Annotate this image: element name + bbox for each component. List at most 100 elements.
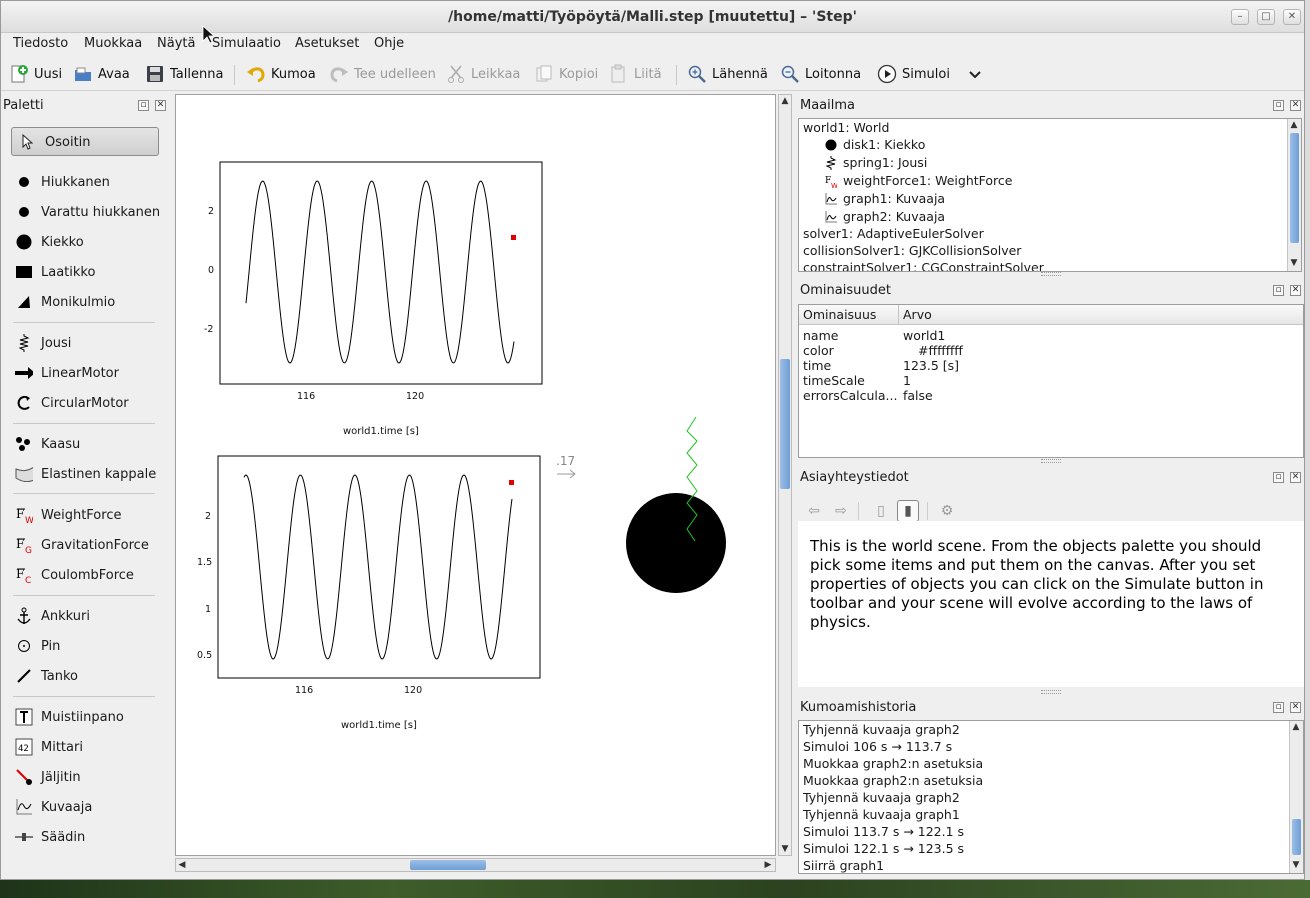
scroll-up-arrow-icon[interactable]: ▲ — [1288, 119, 1300, 131]
new-button[interactable]: Uusi — [9, 62, 62, 86]
vertical-scroll-thumb[interactable] — [780, 359, 790, 489]
cut-button[interactable]: Leikkaa — [446, 62, 520, 86]
meter-value[interactable]: .17 — [556, 454, 575, 468]
close-dock-button[interactable]: ✕ — [1290, 100, 1301, 111]
paste-button[interactable]: Liitä — [609, 62, 662, 86]
palette-item-soft-body[interactable]: Elastinen kappale — [15, 461, 165, 487]
palette-item-particle[interactable]: Hiukkanen — [15, 169, 165, 195]
float-dock-button[interactable]: ▫ — [1273, 472, 1284, 483]
column-header-property[interactable]: Ominaisuus — [799, 305, 899, 325]
scroll-right-arrow-icon[interactable]: ▶ — [762, 859, 774, 871]
float-dock-button[interactable]: ▫ — [138, 100, 149, 111]
properties-table[interactable]: Ominaisuus Arvo name world1 color #fffff… — [798, 304, 1304, 458]
dock-resize-grip[interactable] — [1041, 272, 1061, 276]
close-dock-button[interactable]: ✕ — [1290, 472, 1301, 483]
tree-item-weightforce1[interactable]: FW weightForce1: WeightForce — [825, 173, 1012, 188]
page-icon[interactable]: ▯ — [870, 500, 892, 522]
menu-simulation[interactable]: Simulaatio — [212, 36, 281, 51]
tree-item-collisionsolver1[interactable]: collisionSolver1: GJKCollisionSolver — [803, 243, 1021, 258]
palette-item-coulomb-force[interactable]: FC CoulombForce — [15, 562, 165, 588]
undo-history-item[interactable]: Tyhjennä kuvaaja graph2 — [803, 790, 960, 805]
palette-item-linear-motor[interactable]: LinearMotor — [15, 360, 165, 386]
palette-item-gas[interactable]: Kaasu — [15, 431, 165, 457]
close-dock-button[interactable]: ✕ — [1290, 285, 1301, 296]
redo-button[interactable]: Tee udelleen — [329, 62, 436, 86]
scroll-up-arrow-icon[interactable]: ▲ — [1290, 721, 1302, 733]
menu-edit[interactable]: Muokkaa — [84, 36, 142, 51]
undo-history-item[interactable]: Tyhjennä kuvaaja graph2 — [803, 722, 960, 737]
palette-item-note[interactable]: Muistiinpano — [15, 704, 165, 730]
scroll-down-arrow-icon[interactable]: ▼ — [1288, 257, 1300, 269]
disk1-body[interactable] — [626, 493, 726, 593]
zoom-in-button[interactable]: Lähennä — [687, 62, 768, 86]
palette-item-controller[interactable]: Säädin — [15, 824, 165, 850]
undo-history-item[interactable]: Simuloi 113.7 s → 122.1 s — [803, 824, 964, 839]
undo-history-item[interactable]: Muokkaa graph2:n asetuksia — [803, 773, 983, 788]
menu-settings[interactable]: Asetukset — [295, 36, 359, 51]
canvas-vertical-scrollbar[interactable]: ▲ ▼ — [778, 94, 792, 856]
close-window-button[interactable]: ✕ — [1283, 9, 1301, 25]
forward-arrow-icon[interactable]: ⇨ — [830, 500, 852, 522]
open-button[interactable]: Avaa — [73, 62, 130, 86]
maximize-button[interactable]: □ — [1257, 9, 1275, 25]
world-tree[interactable]: world1: World disk1: Kiekko spring1: Jou… — [798, 118, 1302, 272]
undo-history-item[interactable]: Simuloi 106 s → 113.7 s — [803, 739, 952, 754]
scroll-left-arrow-icon[interactable]: ◀ — [176, 859, 188, 871]
world-tree-scroll-thumb[interactable] — [1290, 133, 1299, 243]
property-value[interactable]: 123.5 [s] — [903, 358, 959, 373]
menu-view[interactable]: Näytä — [157, 36, 195, 51]
tree-item-graph1[interactable]: graph1: Kuvaaja — [825, 191, 945, 206]
palette-item-spring[interactable]: Jousi — [15, 330, 165, 356]
palette-item-stick[interactable]: Tanko — [15, 663, 165, 689]
dock-resize-grip[interactable] — [1041, 690, 1061, 694]
property-value[interactable]: false — [903, 388, 933, 403]
simulate-button[interactable]: Simuloi — [877, 62, 950, 86]
menu-file[interactable]: Tiedosto — [13, 36, 68, 51]
zoom-out-button[interactable]: Loitonna — [780, 62, 861, 86]
column-header-value[interactable]: Arvo — [899, 305, 1303, 325]
undo-history-list[interactable]: Tyhjennä kuvaaja graph2 Simuloi 106 s → … — [798, 720, 1304, 874]
canvas-horizontal-scrollbar[interactable]: ◀ ▶ — [175, 858, 776, 872]
undo-button[interactable]: Kumoa — [246, 62, 316, 86]
palette-item-tracer[interactable]: Jäljitin — [15, 764, 165, 790]
back-arrow-icon[interactable]: ⇦ — [803, 500, 825, 522]
palette-item-anchor[interactable]: Ankkuri — [15, 603, 165, 629]
minimize-button[interactable]: – — [1231, 9, 1249, 25]
palette-item-pointer[interactable]: Osoitin — [19, 129, 169, 155]
scroll-down-arrow-icon[interactable]: ▼ — [1290, 859, 1302, 871]
scroll-up-arrow-icon[interactable]: ▲ — [779, 95, 791, 107]
toolbar-overflow-button[interactable] — [965, 62, 985, 86]
property-value[interactable]: world1 — [903, 328, 945, 343]
scene-canvas[interactable]: 2 0 -2 116 120 world1.time [s] 2 1.5 1 0… — [175, 94, 776, 856]
palette-item-polygon[interactable]: Monikulmio — [15, 289, 165, 315]
graph2-frame[interactable] — [217, 455, 541, 679]
title-bar[interactable]: /home/matti/Työpöytä/Malli.step [muutett… — [1, 1, 1304, 33]
undo-history-item[interactable]: Tyhjennä kuvaaja graph1 — [803, 807, 960, 822]
palette-item-box[interactable]: Laatikko — [15, 259, 165, 285]
scroll-down-arrow-icon[interactable]: ▼ — [779, 843, 791, 855]
context-info-view[interactable]: This is the world scene. From the object… — [798, 521, 1304, 687]
palette-item-gravitation-force[interactable]: FG GravitationForce — [15, 532, 165, 558]
palette-item-charged-particle[interactable]: Varattu hiukkanen — [15, 199, 165, 225]
property-value[interactable]: 1 — [903, 373, 911, 388]
tree-item-solver1[interactable]: solver1: AdaptiveEulerSolver — [803, 226, 984, 241]
palette-item-weight-force[interactable]: FW WeightForce — [15, 502, 165, 528]
undo-list-scrollbar[interactable]: ▲ ▼ — [1289, 721, 1303, 873]
float-dock-button[interactable]: ▫ — [1273, 100, 1284, 111]
tree-item-spring1[interactable]: spring1: Jousi — [825, 155, 927, 170]
dock-resize-grip[interactable] — [1041, 459, 1061, 463]
sync-page-icon[interactable]: ▮ — [897, 500, 919, 522]
save-button[interactable]: Tallenna — [145, 62, 223, 86]
copy-button[interactable]: Kopioi — [534, 62, 598, 86]
float-dock-button[interactable]: ▫ — [1273, 702, 1284, 713]
undo-history-item[interactable]: Muokkaa graph2:n asetuksia — [803, 756, 983, 771]
world-tree-scrollbar[interactable]: ▲ ▼ — [1287, 119, 1301, 271]
graph1-frame[interactable] — [219, 161, 543, 385]
horizontal-scroll-thumb[interactable] — [410, 860, 486, 870]
float-dock-button[interactable]: ▫ — [1273, 285, 1284, 296]
palette-item-pin[interactable]: Pin — [15, 633, 165, 659]
close-dock-button[interactable]: ✕ — [1290, 702, 1301, 713]
undo-list-scroll-thumb[interactable] — [1292, 819, 1301, 855]
palette-item-circular-motor[interactable]: CircularMotor — [15, 390, 165, 416]
undo-history-item[interactable]: Siirrä graph1 — [803, 858, 884, 873]
